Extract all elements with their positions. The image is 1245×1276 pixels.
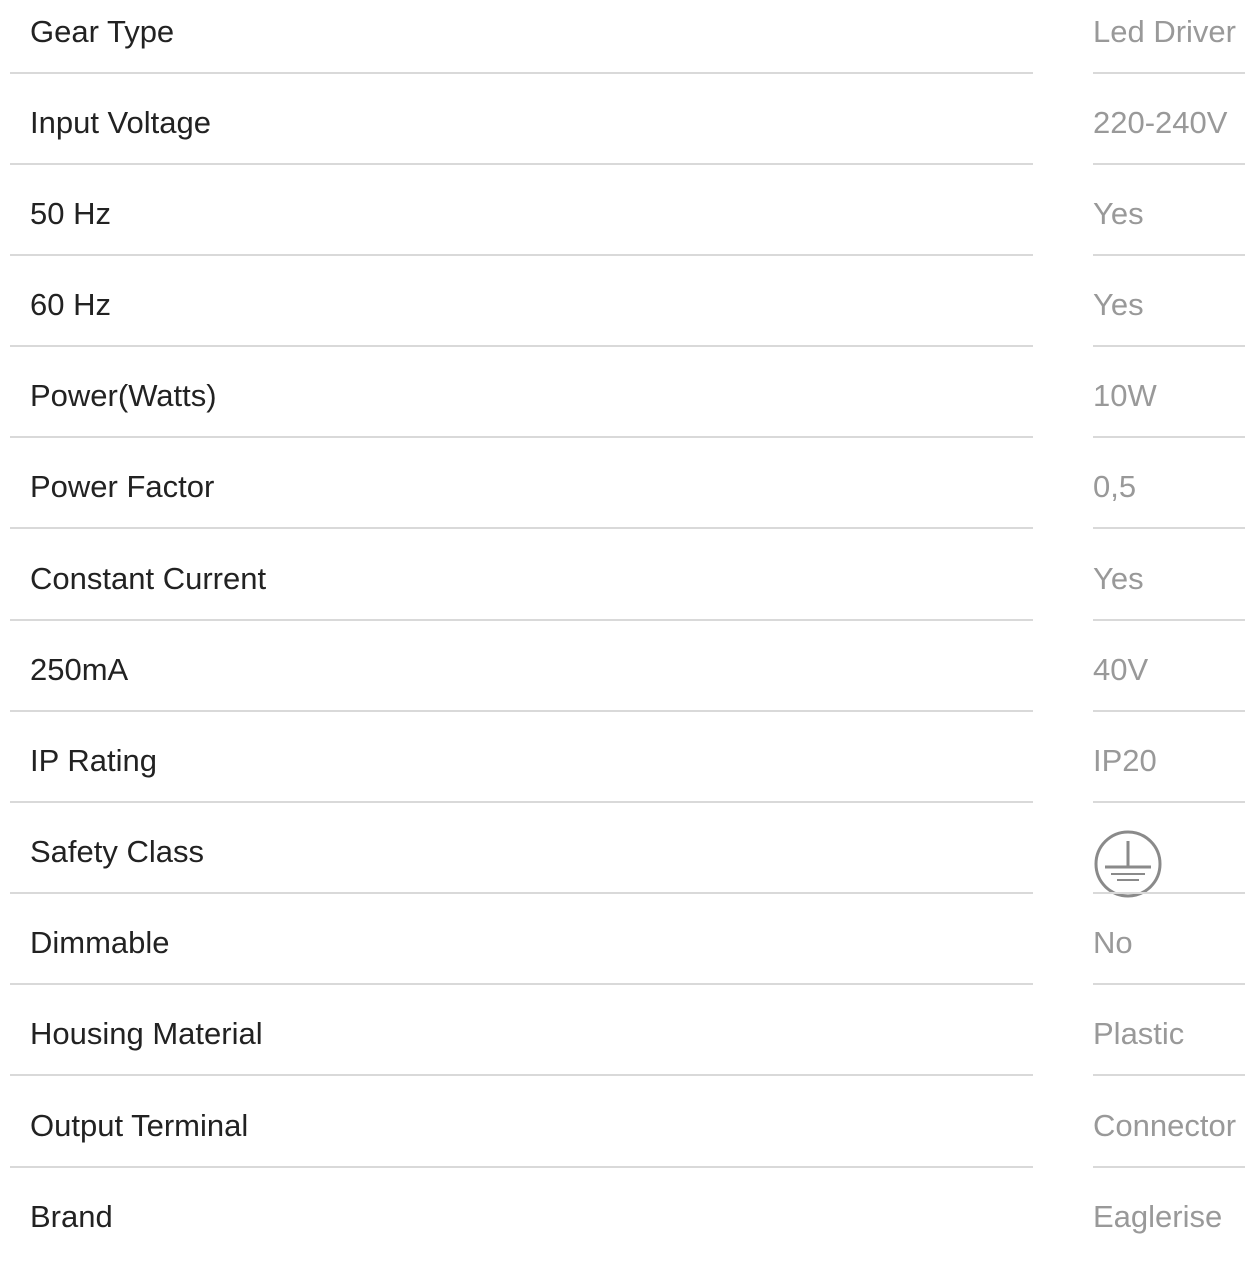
spec-row-ip-rating: IP Rating IP20	[0, 729, 1245, 820]
spec-value: Yes	[1093, 287, 1144, 322]
spec-row-250ma: 250mA 40V	[0, 638, 1245, 729]
spec-value: IP20	[1093, 743, 1157, 778]
row-divider	[1093, 254, 1245, 256]
spec-row-dimmable: Dimmable No	[0, 911, 1245, 1002]
spec-row-60hz: 60 Hz Yes	[0, 273, 1245, 364]
spec-value: No	[1093, 925, 1133, 960]
row-divider	[10, 710, 1033, 712]
spec-label: Power(Watts)	[30, 378, 217, 413]
protective-earth-icon	[1094, 830, 1162, 898]
spec-row-power-watts: Power(Watts) 10W	[0, 364, 1245, 455]
row-divider	[10, 892, 1033, 894]
row-divider	[1093, 710, 1245, 712]
spec-row-gear-type: Gear Type Led Driver	[0, 0, 1245, 91]
spec-label: 50 Hz	[30, 196, 111, 231]
row-divider	[1093, 527, 1245, 529]
spec-row-power-factor: Power Factor 0,5	[0, 455, 1245, 546]
row-divider	[1093, 72, 1245, 74]
row-divider	[10, 72, 1033, 74]
row-divider	[10, 801, 1033, 803]
row-divider	[10, 983, 1033, 985]
row-divider	[1093, 801, 1245, 803]
spec-value: Eaglerise	[1093, 1199, 1223, 1234]
row-divider	[1093, 983, 1245, 985]
spec-row-housing-material: Housing Material Plastic	[0, 1002, 1245, 1093]
spec-row-50hz: 50 Hz Yes	[0, 182, 1245, 273]
spec-table: Gear Type Led Driver Input Voltage 220-2…	[0, 0, 1245, 1235]
row-divider	[1093, 1166, 1245, 1168]
spec-label: Brand	[30, 1199, 113, 1234]
spec-label: Housing Material	[30, 1016, 263, 1051]
spec-label: 250mA	[30, 652, 129, 687]
row-divider	[1093, 436, 1245, 438]
spec-label: Constant Current	[30, 561, 267, 596]
row-divider	[10, 163, 1033, 165]
spec-label: Input Voltage	[30, 105, 211, 140]
spec-row-output-terminal: Output Terminal Connector	[0, 1094, 1245, 1185]
spec-row-brand: Brand Eaglerise	[0, 1185, 1245, 1276]
row-divider	[10, 436, 1033, 438]
row-divider	[10, 1166, 1033, 1168]
spec-row-safety-class: Safety Class	[0, 820, 1245, 911]
spec-value: Led Driver	[1093, 14, 1236, 49]
spec-label: Output Terminal	[30, 1108, 249, 1143]
spec-value: 220-240V	[1093, 105, 1228, 140]
spec-value: 40V	[1093, 652, 1149, 687]
spec-row-constant-current: Constant Current Yes	[0, 547, 1245, 638]
spec-label: Power Factor	[30, 469, 215, 504]
spec-value: Connector	[1093, 1108, 1237, 1143]
spec-label: 60 Hz	[30, 287, 111, 322]
spec-row-input-voltage: Input Voltage 220-240V	[0, 91, 1245, 182]
spec-label: Safety Class	[30, 834, 205, 869]
row-divider	[10, 527, 1033, 529]
row-divider	[1093, 163, 1245, 165]
row-divider	[10, 619, 1033, 621]
spec-value: Yes	[1093, 196, 1144, 231]
spec-value: Plastic	[1093, 1016, 1185, 1051]
row-divider	[1093, 892, 1245, 894]
spec-label: Gear Type	[30, 14, 175, 49]
row-divider	[1093, 619, 1245, 621]
row-divider	[10, 1074, 1033, 1076]
spec-value: Yes	[1093, 561, 1144, 596]
row-divider	[10, 345, 1033, 347]
spec-label: Dimmable	[30, 925, 170, 960]
spec-value: 10W	[1093, 378, 1157, 413]
row-divider	[1093, 345, 1245, 347]
spec-value: 0,5	[1093, 469, 1137, 504]
row-divider	[1093, 1074, 1245, 1076]
spec-label: IP Rating	[30, 743, 157, 778]
row-divider	[10, 254, 1033, 256]
